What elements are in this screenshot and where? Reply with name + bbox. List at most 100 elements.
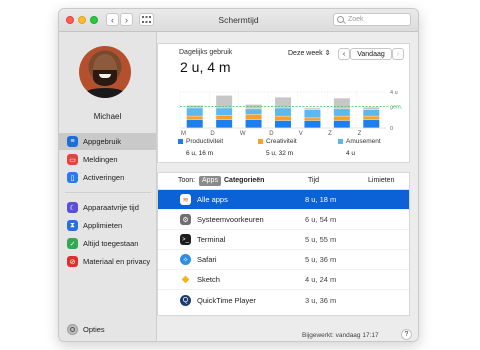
sidebar-item-altijd-toegestaan[interactable]: ✓ Altijd toegestaan (59, 235, 156, 252)
sidebar-item-meldingen[interactable]: ▭ Meldingen (59, 151, 156, 168)
bar-segment (363, 116, 380, 120)
legend-label: Productiviteit (186, 138, 224, 145)
average-label: gem. (390, 104, 403, 110)
phone-icon: ▯ (67, 172, 78, 183)
quicktime-icon: Q (180, 294, 191, 306)
sidebar-item-label: Applimieten (83, 221, 123, 230)
app-time: 5 u, 36 m (305, 255, 337, 264)
table-row[interactable]: ◆ Sketch 4 u, 24 m (158, 270, 409, 290)
daily-usage-total: 2 u, 4 m (180, 59, 231, 75)
period-select[interactable]: Deze week ⇕ (288, 49, 330, 57)
sidebar-item-label: Appgebruik (83, 137, 121, 146)
bar-segment (304, 120, 321, 128)
user-name: Michael (93, 112, 122, 121)
sidebar-item-materiaal-en-privacy[interactable]: ⊘ Materiaal en privacy (59, 253, 156, 270)
bar-segment (333, 116, 350, 121)
search-input[interactable]: Zoek (333, 13, 411, 26)
moon-icon: ☾ (67, 202, 78, 213)
no-entry-icon: ⊘ (67, 256, 78, 267)
screen-time-window: ‹ › Schermtijd Zoek Michael ≡ Appgebruik… (58, 8, 419, 342)
table-row[interactable]: >_ Terminal 5 u, 55 m (158, 230, 409, 250)
tab-apps[interactable]: Apps (199, 176, 221, 186)
title-bar: ‹ › Schermtijd Zoek (59, 9, 418, 32)
bar-segment (304, 118, 321, 121)
sidebar-item-apparaatvrije-tijd[interactable]: ☾ Apparaatvrije tijd (59, 199, 156, 216)
chevron-left-icon: ‹ (342, 50, 346, 58)
app-name: Systeemvoorkeuren (197, 215, 264, 224)
avatar[interactable] (79, 46, 131, 98)
layers-icon: ≡ (67, 136, 78, 147)
sidebar-item-activeringen[interactable]: ▯ Activeringen (59, 169, 156, 186)
table-row[interactable]: ⚙ Systeemvoorkeuren 6 u, 54 m (158, 210, 409, 230)
bar-segment (216, 119, 233, 128)
bar-segment (275, 120, 291, 128)
column-header-time: Tijd (308, 177, 320, 184)
usage-chart: M D W D V Z Z 4 u gem. 0 (179, 90, 403, 137)
bar-segment (245, 119, 262, 128)
sidebar-item-label: Activeringen (83, 173, 125, 182)
terminal-icon: >_ (180, 234, 191, 245)
y-tick-label: 4 u (390, 90, 398, 96)
bell-icon: ▭ (67, 154, 78, 165)
x-tick-label: D (210, 131, 215, 137)
bar-segment (363, 107, 380, 110)
main-panel: Dagelijks gebruik 2 u, 4 m Deze week ⇕ ‹… (157, 32, 418, 341)
legend-swatch (338, 138, 343, 144)
next-period-button[interactable]: › (392, 48, 404, 60)
app-time: 6 u, 54 m (305, 215, 337, 224)
x-tick-label: Z (358, 131, 362, 137)
legend-label: Amusement (346, 138, 381, 145)
bar-segment (304, 110, 321, 118)
app-name: Safari (197, 255, 217, 264)
legend-item-productiviteit: Productiviteit (178, 138, 223, 145)
bar-segment (275, 116, 291, 121)
bar-segment (216, 95, 233, 108)
legend-total-creativiteit: 5 u, 32 m (266, 150, 294, 157)
updown-chevron-icon: ⇕ (324, 50, 331, 57)
x-tick-label: V (299, 131, 303, 137)
bar-segment (363, 119, 380, 128)
daily-usage-caption: Dagelijks gebruik (179, 49, 233, 56)
bar-segment (216, 108, 233, 115)
gear-icon: ⚙ (180, 214, 191, 225)
help-button[interactable]: ? (401, 329, 412, 340)
sidebar: Michael ≡ Appgebruik ▭ Meldingen ▯ Activ… (59, 32, 157, 341)
sidebar-item-label: Meldingen (83, 155, 118, 164)
last-updated-text: Bijgewerkt: vandaag 17:17 (302, 332, 379, 339)
bar-segment (363, 110, 380, 116)
bar-segment (333, 98, 350, 109)
app-time: 3 u, 36 m (305, 295, 337, 305)
y-tick-label: 0 (390, 126, 393, 132)
app-name: Sketch (197, 275, 220, 284)
chevron-right-icon: › (396, 50, 400, 58)
table-row[interactable]: ✧ Safari 5 u, 36 m (158, 250, 409, 270)
sidebar-item-applimieten[interactable]: ⧗ Applimieten (59, 217, 156, 234)
check-icon: ✓ (67, 238, 78, 249)
bar-segment (186, 119, 203, 128)
options-button[interactable]: Opties (67, 324, 105, 335)
table-row[interactable]: Q QuickTime Player 3 u, 36 m (158, 290, 409, 310)
legend-total-amusement: 4 u (346, 150, 356, 157)
compass-icon: ✧ (180, 254, 191, 265)
sidebar-item-appgebruik[interactable]: ≡ Appgebruik (59, 133, 156, 150)
table-row[interactable]: ≋ Alle apps 8 u, 18 m (158, 190, 409, 210)
legend-label: Creativiteit (266, 138, 297, 145)
bar-segment (186, 116, 203, 120)
app-name: QuickTime Player (197, 295, 256, 305)
previous-period-button[interactable]: ‹ (338, 48, 350, 60)
app-time: 4 u, 24 m (305, 275, 337, 284)
bar-segment (216, 115, 233, 120)
tab-categorieen[interactable]: Categorieën (221, 176, 267, 186)
options-icon (67, 324, 78, 335)
table-header: Toon: Apps Categorieën Tijd Limieten (158, 173, 409, 190)
bar-segment (245, 109, 262, 115)
sidebar-item-label: Materiaal en privacy (83, 257, 151, 266)
legend-item-amusement: Amusement (338, 138, 381, 145)
hourglass-icon: ⧗ (67, 220, 78, 231)
column-header-limits: Limieten (368, 177, 395, 184)
today-button[interactable]: Vandaag (350, 48, 392, 60)
app-name: Terminal (197, 235, 226, 244)
bar-segment (333, 109, 350, 116)
app-name: Alle apps (197, 195, 228, 204)
x-tick-label: D (269, 131, 274, 137)
